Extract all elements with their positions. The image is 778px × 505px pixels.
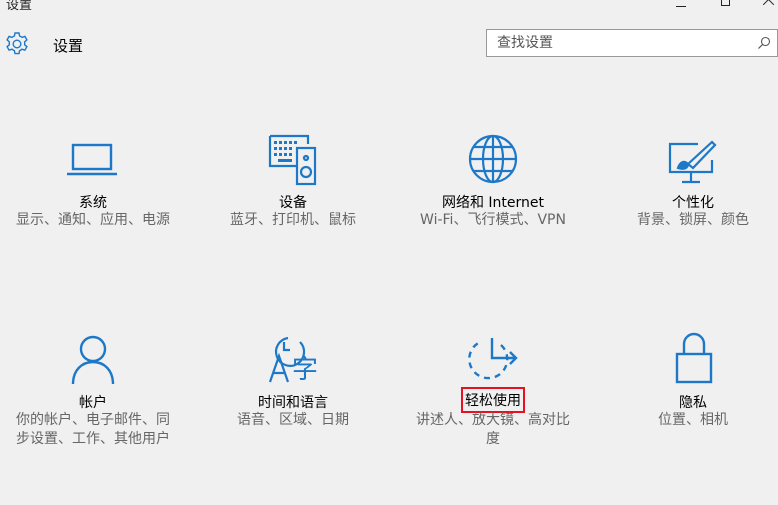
tile-description: 背景、锁屏、颜色 [637, 212, 749, 228]
tile-title: 隐私 [679, 395, 707, 411]
svg-text:字: 字 [292, 355, 318, 385]
lock-icon [675, 332, 713, 384]
search-icon[interactable] [757, 36, 771, 50]
minimize-icon [676, 5, 686, 7]
tile-title: 设备 [279, 195, 307, 211]
tile-title: 个性化 [672, 195, 714, 211]
tile-ease-of-access[interactable]: 轻松使用 讲述人、放大镜、高对比度 [398, 330, 588, 480]
tile-description: 讲述人、放大镜、高对比度 [416, 412, 570, 447]
ease-of-access-icon [468, 338, 518, 380]
search-box[interactable] [486, 29, 778, 57]
tile-personalization[interactable]: 个性化 背景、锁屏、颜色 [598, 130, 778, 270]
page-title: 设置 [53, 37, 84, 55]
tile-devices[interactable]: 设备 蓝牙、打印机、鼠标 [198, 130, 388, 270]
tile-time-language[interactable]: 字 时间和语言 语音、区域、日期 [198, 330, 388, 480]
tile-description: 你的帐户、电子邮件、同步设置、工作、其他用户 [16, 412, 170, 447]
search-input[interactable] [487, 30, 747, 56]
tile-description: Wi-Fi、飞行模式、VPN [420, 212, 566, 228]
window-title: 设置 [6, 0, 33, 13]
close-icon [763, 0, 775, 6]
minimize-button[interactable] [658, 0, 704, 10]
tile-description: 位置、相机 [658, 412, 728, 428]
tile-system[interactable]: 系统 显示、通知、应用、电源 [0, 130, 188, 270]
time-language-icon: 字 [268, 336, 318, 385]
highlight-box: 轻松使用 [461, 387, 525, 413]
tile-title: 系统 [79, 195, 107, 211]
tile-title: 帐户 [79, 395, 107, 411]
maximize-button[interactable] [702, 0, 748, 10]
laptop-icon [67, 143, 117, 176]
tile-title: 网络和 Internet [441, 195, 545, 211]
devices-icon [268, 134, 317, 186]
tile-title: 轻松使用 [398, 387, 588, 413]
title-bar: 设置 [0, 0, 778, 14]
tile-accounts[interactable]: 帐户 你的帐户、电子邮件、同步设置、工作、其他用户 [0, 330, 188, 480]
person-icon [71, 335, 115, 385]
close-button[interactable] [746, 0, 778, 10]
maximize-icon [720, 0, 730, 6]
tile-description: 蓝牙、打印机、鼠标 [230, 212, 356, 228]
tile-description: 显示、通知、应用、电源 [16, 212, 170, 228]
paint-brush-icon [668, 140, 717, 184]
tile-privacy[interactable]: 隐私 位置、相机 [598, 330, 778, 480]
tile-description: 语音、区域、日期 [237, 412, 349, 428]
tile-network[interactable]: 网络和 Internet Wi-Fi、飞行模式、VPN [398, 130, 588, 270]
tile-title: 时间和语言 [258, 395, 328, 411]
globe-icon [468, 134, 518, 184]
gear-icon [6, 32, 28, 55]
